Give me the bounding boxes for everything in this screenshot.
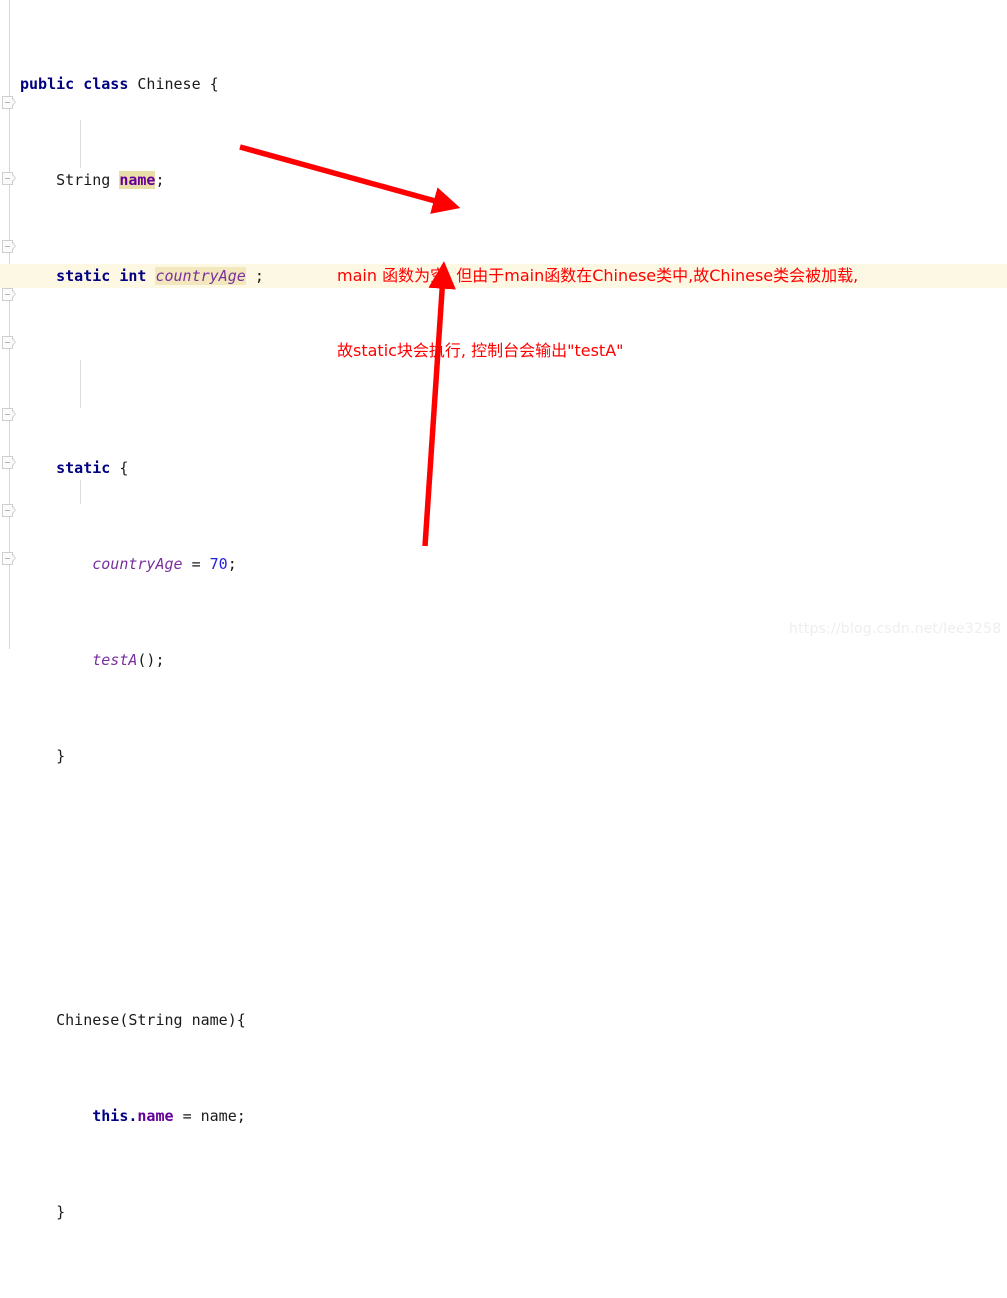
type-string: String	[56, 171, 111, 189]
code-line-11[interactable]: Chinese(String name){	[0, 1008, 1007, 1032]
code-line-9-blank[interactable]	[0, 840, 1007, 864]
paren-close-ctor: )	[227, 1011, 237, 1029]
param-ref-name: name	[200, 1107, 237, 1125]
field-country-age-assign: countryAge	[92, 555, 183, 573]
keyword-static-block: static	[56, 459, 111, 477]
brace-open-class: {	[209, 75, 219, 93]
annotation-line-1: main 函数为空, 但由于main函数在Chinese类中,故Chinese类…	[337, 266, 859, 285]
brace-open-static-block: {	[119, 459, 129, 477]
constructor-name: Chinese	[56, 1011, 120, 1029]
paren-open-ctor: (	[119, 1011, 129, 1029]
keyword-class: class	[83, 75, 129, 93]
class-name-chinese: Chinese	[137, 75, 201, 93]
brace-close-ctor: }	[56, 1203, 66, 1221]
keyword-static-field: static	[56, 267, 111, 285]
code-line-7[interactable]: testA();	[0, 648, 1007, 672]
code-line-10-blank[interactable]	[0, 912, 1007, 936]
code-line-14-blank[interactable]	[0, 1296, 1007, 1298]
dot-this: .	[128, 1107, 138, 1125]
code-line-5[interactable]: static {	[0, 456, 1007, 480]
watermark: https://blog.csdn.net/lee3258	[789, 621, 1002, 637]
annotation-note: main 函数为空, 但由于main函数在Chinese类中,故Chinese类…	[337, 213, 858, 388]
code-line-13[interactable]: }	[0, 1200, 1007, 1224]
brace-close-static-block: }	[56, 747, 66, 765]
number-70: 70	[209, 555, 228, 573]
parens-call-test-a: ()	[137, 651, 156, 669]
semicolon-2: ;	[254, 267, 264, 285]
field-name-highlighted: name	[119, 171, 156, 189]
code-line-2[interactable]: String name;	[0, 168, 1007, 192]
semicolon-1: ;	[155, 171, 165, 189]
operator-equals-2: =	[182, 1107, 192, 1125]
keyword-public: public	[20, 75, 75, 93]
brace-open-ctor: {	[236, 1011, 246, 1029]
semicolon-4: ;	[155, 651, 165, 669]
call-test-a: testA	[92, 651, 138, 669]
semicolon-3: ;	[227, 555, 237, 573]
keyword-int: int	[119, 267, 147, 285]
code-line-1[interactable]: public class Chinese {	[0, 72, 1007, 96]
semicolon-5: ;	[236, 1107, 246, 1125]
ctor-param-type: String	[128, 1011, 183, 1029]
keyword-this: this	[92, 1107, 129, 1125]
field-ref-name: name	[137, 1107, 174, 1125]
code-line-6[interactable]: countryAge = 70;	[0, 552, 1007, 576]
code-line-8[interactable]: }	[0, 744, 1007, 768]
annotation-line-2: 故static块会执行, 控制台会输出"testA"	[337, 341, 624, 360]
operator-equals: =	[191, 555, 201, 573]
code-line-12[interactable]: this.name = name;	[0, 1104, 1007, 1128]
ctor-param-name: name	[191, 1011, 228, 1029]
field-country-age-highlighted: countryAge	[155, 267, 246, 285]
